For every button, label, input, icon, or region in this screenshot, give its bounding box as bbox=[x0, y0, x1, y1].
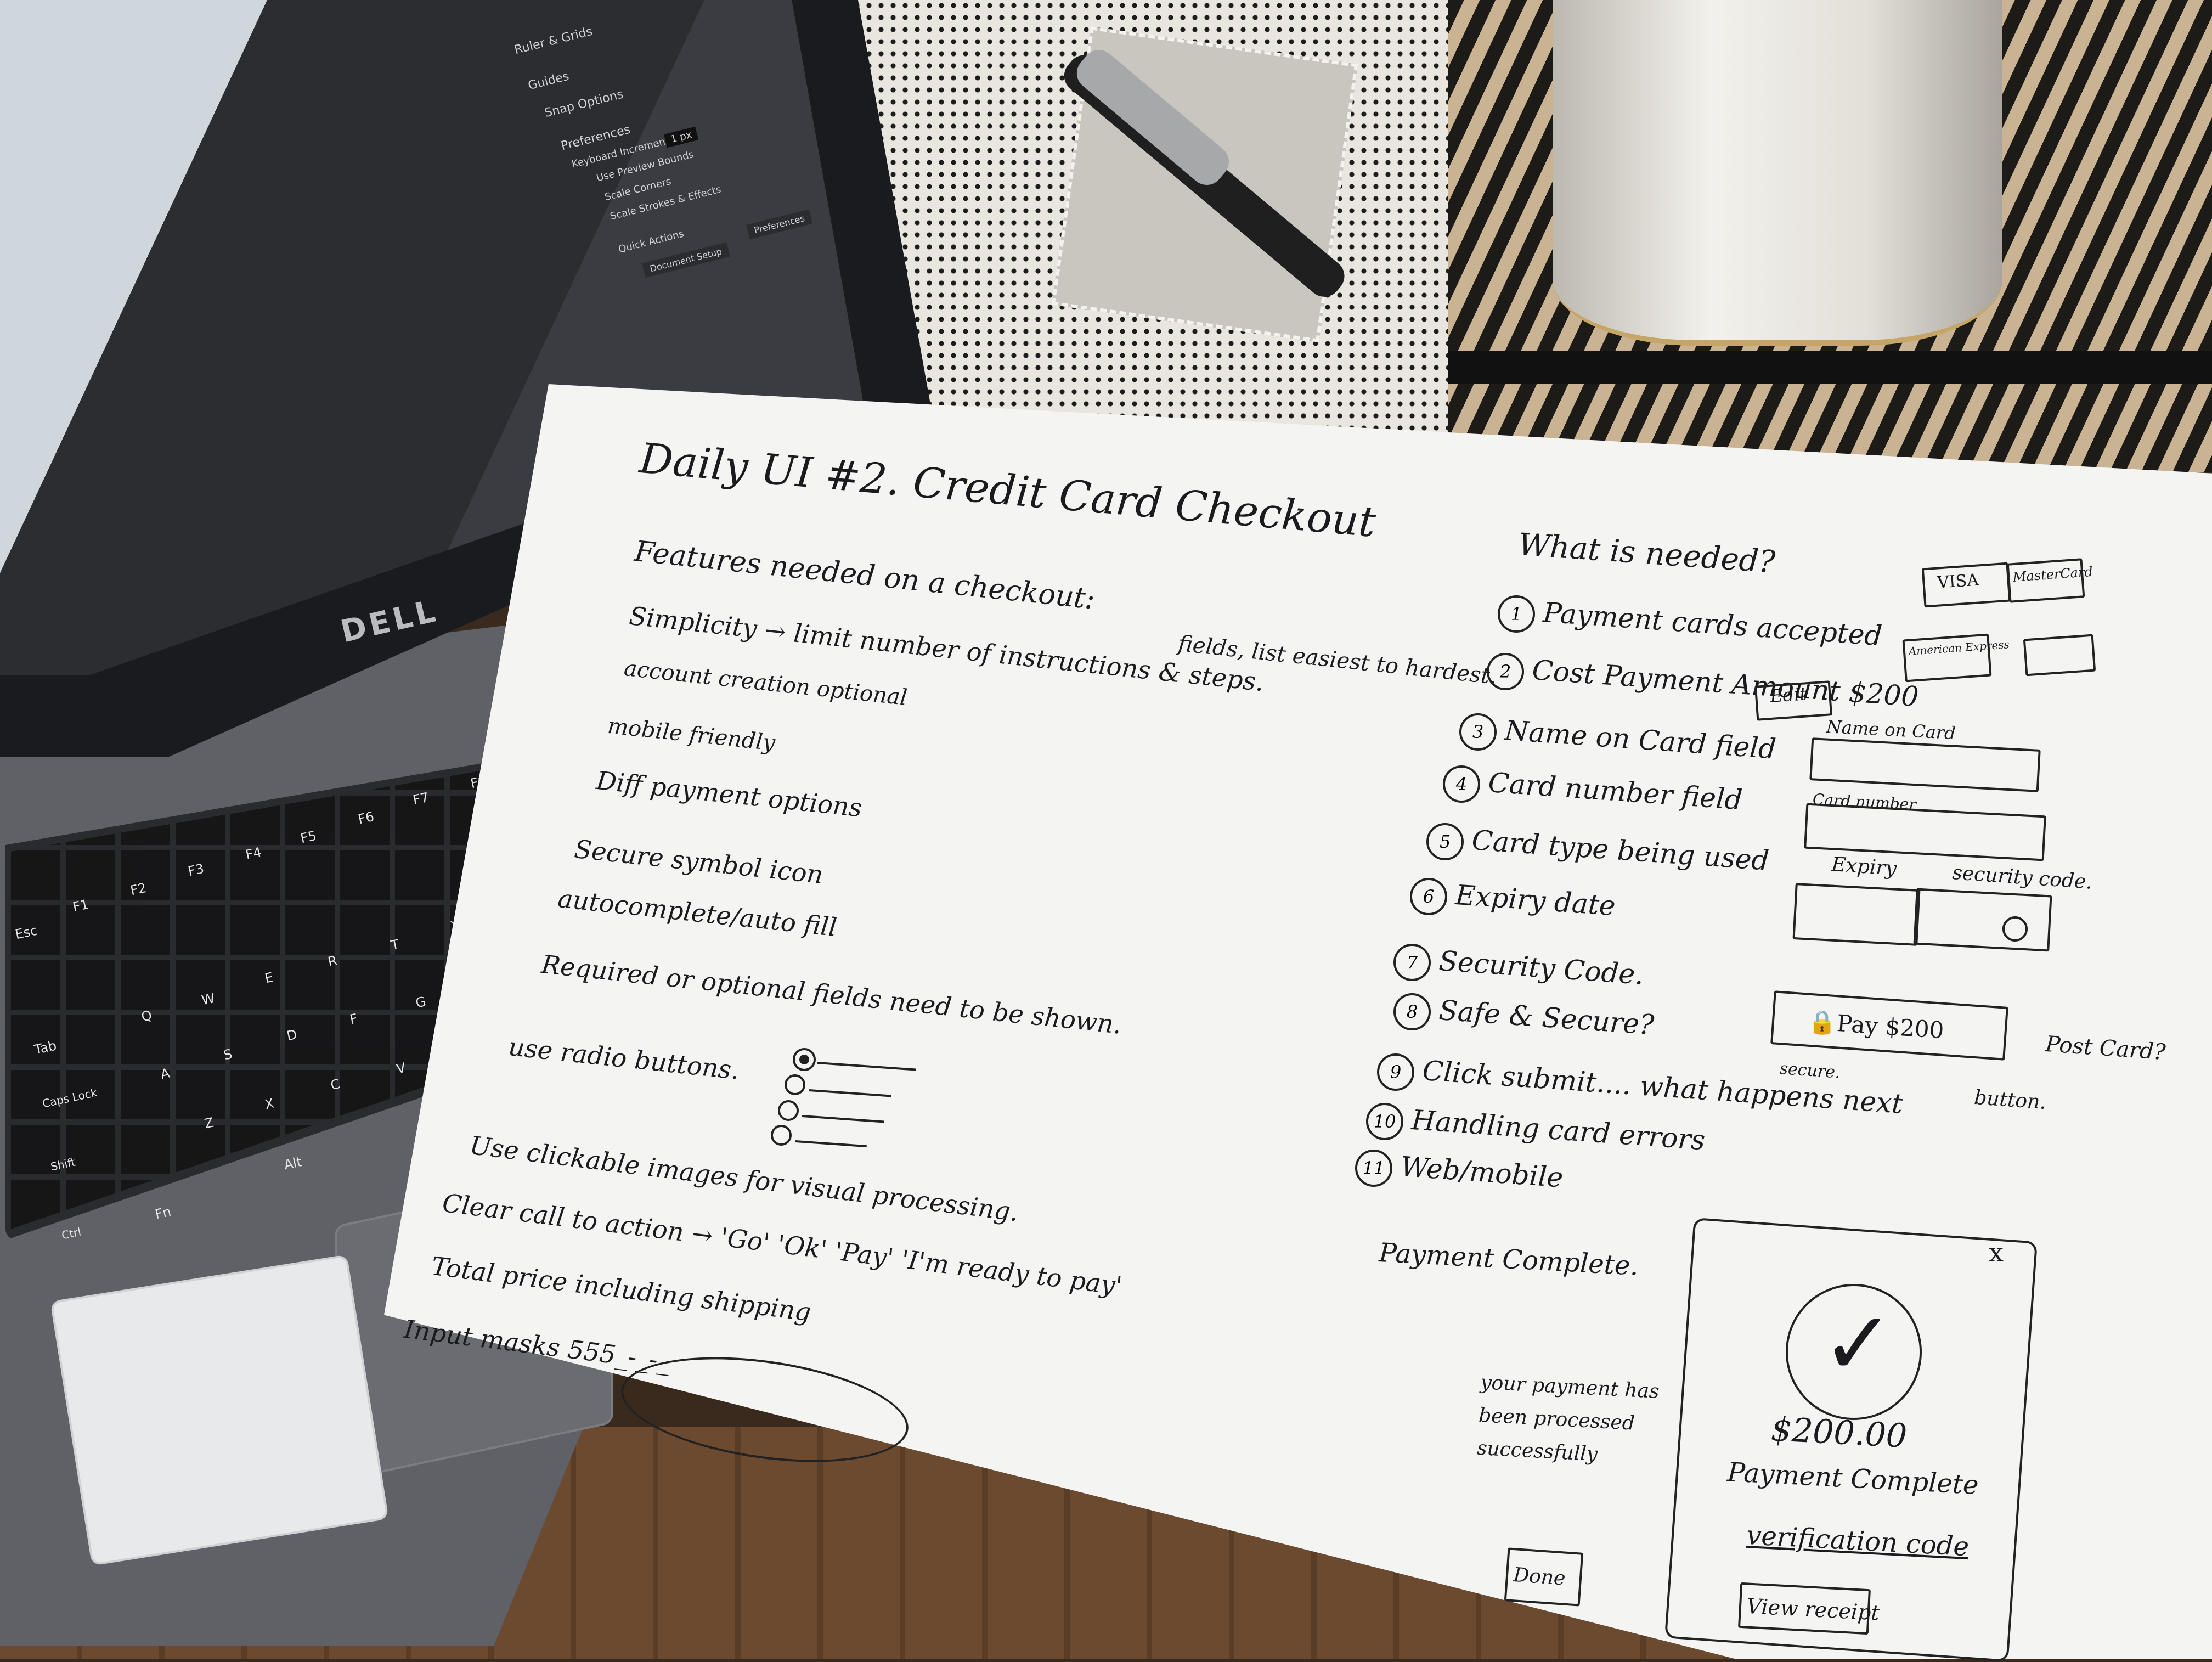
needed-number: 3 bbox=[1472, 722, 1484, 742]
needed-number-circle: 1 bbox=[1498, 595, 1535, 633]
edit-label: Edit bbox=[1769, 683, 1808, 707]
checkmark-icon: ✓ bbox=[1821, 1292, 1895, 1395]
expiry-field-sketch bbox=[1792, 883, 1921, 946]
needed-number: 2 bbox=[1499, 661, 1511, 682]
amount-value: $200.00 bbox=[1770, 1410, 1908, 1456]
needed-number: 6 bbox=[1423, 886, 1435, 907]
white-jar bbox=[1553, 0, 2002, 346]
needed-number-circle: 8 bbox=[1393, 993, 1431, 1030]
keyboard-key[interactable]: Fn bbox=[154, 1204, 172, 1222]
keyboard-key[interactable]: F7 bbox=[411, 790, 430, 808]
needed-number: 7 bbox=[1406, 952, 1418, 973]
lock-icon: 🔒 bbox=[1808, 1009, 1837, 1035]
keyboard-key[interactable]: F6 bbox=[357, 809, 375, 827]
needed-number: 4 bbox=[1455, 774, 1468, 795]
keyboard-key[interactable]: F3 bbox=[187, 861, 205, 879]
radio-sketch-option bbox=[778, 1100, 799, 1121]
keyboard-key[interactable]: F2 bbox=[129, 880, 148, 898]
security-field-sketch bbox=[1913, 888, 2052, 952]
keyboard-key[interactable]: F5 bbox=[299, 828, 318, 846]
tray-rim bbox=[1448, 351, 2212, 384]
needed-number: 5 bbox=[1439, 831, 1451, 852]
needed-number-circle: 2 bbox=[1487, 653, 1524, 690]
visa-label: VISA bbox=[1937, 570, 1979, 593]
needed-number-circle: 6 bbox=[1410, 878, 1447, 915]
needed-number-circle: 5 bbox=[1426, 823, 1464, 860]
needed-number: 1 bbox=[1510, 604, 1522, 624]
needed-number: 8 bbox=[1406, 1001, 1418, 1022]
needed-number-circle: 11 bbox=[1355, 1150, 1392, 1187]
keyboard-key[interactable]: F4 bbox=[244, 844, 263, 863]
needed-number: 9 bbox=[1390, 1062, 1402, 1083]
help-icon bbox=[2002, 916, 2028, 942]
keyboard-key[interactable]: F1 bbox=[71, 897, 90, 915]
needed-number-circle: 9 bbox=[1377, 1053, 1414, 1091]
card-sketch-generic bbox=[2023, 634, 2096, 677]
needed-number-circle: 7 bbox=[1393, 944, 1431, 981]
done-button-label: Done bbox=[1513, 1564, 1566, 1590]
needed-number: 10 bbox=[1373, 1111, 1396, 1132]
needed-number: 11 bbox=[1362, 1158, 1385, 1179]
radio-sketch-option bbox=[771, 1125, 792, 1146]
needed-number-circle: 10 bbox=[1366, 1103, 1403, 1140]
close-icon: x bbox=[1989, 1237, 2004, 1268]
radio-sketch-selected bbox=[793, 1048, 816, 1071]
needed-number-circle: 4 bbox=[1443, 765, 1480, 803]
needed-number-circle: 3 bbox=[1459, 713, 1497, 751]
laptop-sticker bbox=[52, 1257, 387, 1564]
expiry-label: Expiry bbox=[1831, 853, 1898, 881]
success-message: your payment has been processed successf… bbox=[1476, 1371, 1660, 1466]
radio-sketch-option bbox=[785, 1074, 805, 1095]
